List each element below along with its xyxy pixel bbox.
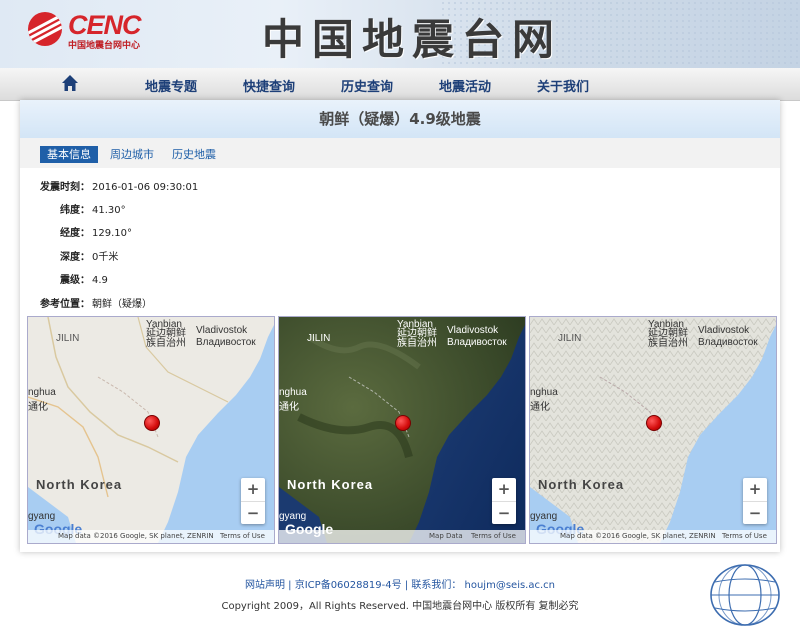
nav-item-history-search[interactable]: 历史查询 [341, 76, 393, 95]
map-label-city-cn: 通化 [28, 402, 48, 413]
map-attribution-bar: Map data ©2016 Google, SK planet, ZENRIN… [28, 530, 274, 543]
zoom-out-button[interactable]: − [241, 502, 265, 525]
field-magnitude: 震级： 4.9 [38, 271, 108, 286]
field-value: 0千米 [92, 252, 119, 263]
field-label: 发震时刻： [40, 182, 90, 193]
logo-text: CENC [68, 10, 142, 40]
map-label-jilin: JILIN [307, 333, 331, 344]
map-label-yanbian-cn: 延边朝鲜 族自治州 [397, 328, 437, 349]
cenc-logo-icon [28, 12, 62, 46]
zoom-control: + − [743, 478, 767, 524]
tab-bar: 基本信息 周边城市 历史地震 [20, 138, 780, 168]
site-footer: 网站声明 | 京ICP备06028819-4号 | 联系我们： houjm@se… [0, 576, 800, 612]
map-label-city-cn: 通化 [279, 402, 299, 413]
map-label-jilin: JILIN [56, 333, 80, 344]
quake-title: 朝鲜（疑爆）4.9级地震 [20, 100, 780, 138]
footer-contact-label: 联系我们： [411, 580, 462, 591]
nav-item-about-us[interactable]: 关于我们 [537, 76, 589, 95]
map-attribution-bar: Map data ©2016 Google, SK planet, ZENRIN… [530, 530, 776, 543]
map-label-vladivostok-ru: Владивосток [447, 337, 507, 348]
footer-links: 网站声明 | 京ICP备06028819-4号 | 联系我们： houjm@se… [0, 576, 800, 591]
terms-link[interactable]: Terms of Use [722, 530, 767, 543]
footer-contact-email[interactable]: houjm@seis.ac.cn [465, 580, 555, 591]
site-title: 中国地震台网 [262, 15, 563, 64]
field-label: 深度： [60, 252, 90, 263]
zoom-control: + − [492, 478, 516, 524]
epicenter-marker[interactable] [395, 415, 411, 431]
cenc-logo[interactable]: CENC 中国地震台网中心 [28, 10, 178, 52]
map-label-yanbian-cn: 延边朝鲜 族自治州 [648, 328, 688, 349]
nav-item-seismic-activity[interactable]: 地震活动 [439, 76, 491, 95]
terms-link[interactable]: Terms of Use [471, 530, 516, 543]
logo-subtitle: 中国地震台网中心 [68, 41, 141, 51]
globe-icon [710, 564, 780, 626]
field-label: 参考位置： [40, 299, 90, 310]
zoom-in-button[interactable]: + [743, 478, 767, 502]
tab-basic-info[interactable]: 基本信息 [40, 146, 98, 163]
nav-item-quick-search[interactable]: 快捷查询 [243, 76, 295, 95]
map-label-jilin: JILIN [558, 333, 582, 344]
zoom-in-button[interactable]: + [492, 478, 516, 502]
main-nav: 地震专题 快捷查询 历史查询 地震活动 关于我们 [0, 68, 800, 101]
field-reference-location: 参考位置： 朝鲜（疑爆） [38, 295, 152, 310]
map-label-city: nghua [530, 387, 558, 398]
site-header: CENC 中国地震台网中心 中国地震台网 [0, 0, 800, 68]
map-label-vladivostok: Vladivostok [698, 325, 750, 336]
field-value: 129.10° [92, 228, 132, 239]
map-attribution: Map data ©2016 Google, SK planet, ZENRIN [58, 532, 214, 540]
map-label-vladivostok: Vladivostok [447, 325, 499, 336]
map-attribution: Map Data [429, 532, 463, 540]
tab-history-quakes[interactable]: 历史地震 [165, 146, 223, 163]
map-label-vladivostok-ru: Владивосток [698, 337, 758, 348]
field-origin-time: 发震时刻： 2016-01-06 09:30:01 [38, 178, 198, 193]
field-value: 2016-01-06 09:30:01 [92, 182, 199, 193]
quake-detail-panel: 朝鲜（疑爆）4.9级地震 基本信息 周边城市 历史地震 发震时刻： 2016-01… [20, 100, 780, 552]
footer-copyright: Copyright 2009，All Rights Reserved. 中国地震… [221, 601, 579, 612]
map-label-yanbian-cn: 延边朝鲜 族自治州 [146, 328, 186, 349]
map-satellite[interactable]: JILIN Yanbian 延边朝鲜 族自治州 Vladivostok Влад… [278, 316, 526, 544]
zoom-out-button[interactable]: − [743, 502, 767, 525]
field-latitude: 纬度： 41.30° [38, 201, 126, 216]
field-value: 4.9 [92, 275, 108, 286]
home-icon[interactable] [61, 74, 79, 92]
map-terrain[interactable]: JILIN Yanbian 延边朝鲜 族自治州 Vladivostok Влад… [529, 316, 777, 544]
field-value: 41.30° [92, 205, 126, 216]
footer-link-icp[interactable]: 京ICP备06028819-4号 [295, 580, 402, 591]
map-attribution-bar: Map Data Terms of Use [279, 530, 525, 543]
map-label-vladivostok-ru: Владивосток [196, 337, 256, 348]
map-roadmap[interactable]: JILIN Yanbian 延边朝鲜 族自治州 Vladivostok Влад… [27, 316, 275, 544]
map-label-country: North Korea [36, 477, 123, 492]
map-attribution: Map data ©2016 Google, SK planet, ZENRIN [560, 532, 716, 540]
map-label-country: North Korea [538, 477, 625, 492]
footer-link-statement[interactable]: 网站声明 [245, 580, 285, 591]
field-depth: 深度： 0千米 [38, 248, 118, 263]
tab-nearby-cities[interactable]: 周边城市 [103, 146, 161, 163]
zoom-in-button[interactable]: + [241, 478, 265, 502]
zoom-control: + − [241, 478, 265, 524]
zoom-out-button[interactable]: − [492, 502, 516, 525]
field-value: 朝鲜（疑爆） [92, 299, 152, 310]
map-label-city: nghua [28, 387, 56, 398]
map-label-city: nghua [279, 387, 307, 398]
field-longitude: 经度： 129.10° [38, 224, 132, 239]
map-label-city-cn: 通化 [530, 402, 550, 413]
field-label: 震级： [60, 275, 90, 286]
map-label-vladivostok: Vladivostok [196, 325, 248, 336]
epicenter-marker[interactable] [144, 415, 160, 431]
nav-item-earthquake-topics[interactable]: 地震专题 [145, 76, 197, 95]
field-label: 经度： [60, 228, 90, 239]
terms-link[interactable]: Terms of Use [220, 530, 265, 543]
map-label-country: North Korea [287, 477, 374, 492]
field-label: 纬度： [60, 205, 90, 216]
epicenter-marker[interactable] [646, 415, 662, 431]
